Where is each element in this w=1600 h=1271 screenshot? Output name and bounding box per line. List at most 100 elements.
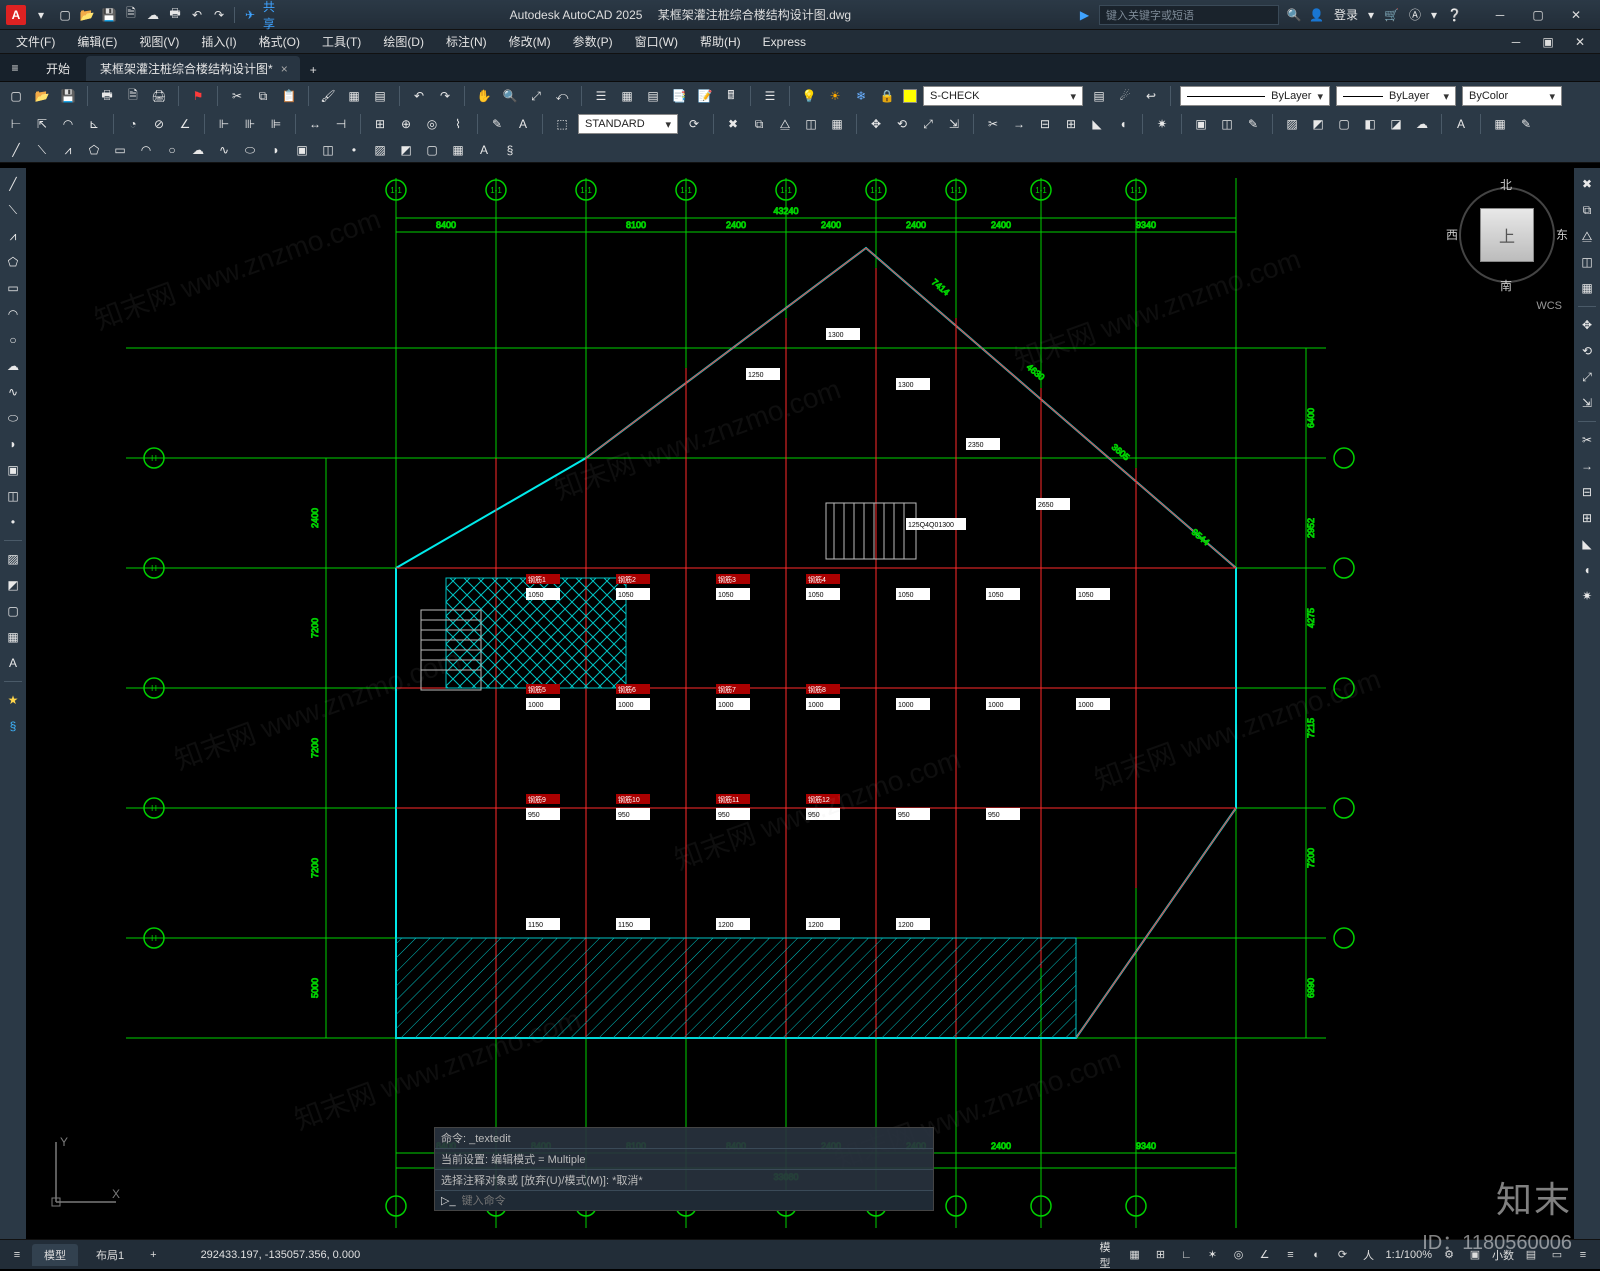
toolpalette-icon[interactable]: ▤ (643, 86, 663, 106)
circle-tool-icon[interactable]: ○ (162, 140, 182, 160)
help-icon[interactable]: ❔ (1447, 8, 1462, 22)
field-icon[interactable]: ✎ (1516, 114, 1536, 134)
gradient2-icon[interactable]: ◩ (396, 140, 416, 160)
share-label[interactable]: 共享 (263, 6, 281, 24)
doc-minimize-button[interactable]: ─ (1502, 33, 1530, 51)
inspect-icon[interactable]: ◎ (422, 114, 442, 134)
modelspace-toggle[interactable]: 模型 (1100, 1246, 1118, 1264)
ortho-toggle-icon[interactable]: ∟ (1178, 1246, 1196, 1264)
paste-icon[interactable]: 📋 (279, 86, 299, 106)
revcloud2-icon[interactable]: ☁ (188, 140, 208, 160)
menu-express[interactable]: Express (753, 33, 816, 51)
create-block-icon[interactable]: ◫ (1217, 114, 1237, 134)
layer-bulb-icon[interactable]: 💡 (799, 86, 819, 106)
dropdown-icon[interactable]: ▾ (32, 6, 50, 24)
match-prop-icon[interactable]: 🖌 (318, 86, 338, 106)
minimize-button[interactable]: ─ (1482, 3, 1518, 27)
login-button[interactable]: 登录 (1334, 6, 1358, 23)
join-tool[interactable]: ⊞ (1577, 508, 1597, 528)
sheetset-icon[interactable]: 📑 (669, 86, 689, 106)
zoom-window-icon[interactable]: ⤢ (526, 86, 546, 106)
layer-freeze-icon[interactable]: ❄ (851, 86, 871, 106)
gear-icon[interactable]: ⚙ (1440, 1246, 1458, 1264)
menu-edit[interactable]: 编辑(E) (67, 31, 127, 52)
make-block-icon[interactable]: ◫ (318, 140, 338, 160)
hatch2-icon[interactable]: ▨ (370, 140, 390, 160)
dim-aligned-icon[interactable]: ⇱ (32, 114, 52, 134)
menu-parametric[interactable]: 参数(P) (563, 31, 623, 52)
menu-dimension[interactable]: 标注(N) (436, 31, 497, 52)
helix-tool[interactable]: § (3, 716, 23, 736)
boundary-icon[interactable]: ▢ (1334, 114, 1354, 134)
layout-menu-icon[interactable]: ≡ (8, 1246, 26, 1264)
block-icon[interactable]: ▦ (344, 86, 364, 106)
menu-draw[interactable]: 绘图(D) (373, 31, 434, 52)
zoom-realtime-icon[interactable]: 🔍 (500, 86, 520, 106)
dim-angular-icon[interactable]: ∠ (175, 114, 195, 134)
viewcube-south[interactable]: 南 (1500, 277, 1512, 294)
grid-toggle-icon[interactable]: ▦ (1126, 1246, 1144, 1264)
chamfer-icon[interactable]: ◣ (1087, 114, 1107, 134)
layer-iso-icon[interactable]: ☄ (1115, 86, 1135, 106)
viewcube[interactable]: 上 北 南 西 东 (1452, 180, 1562, 290)
lineweight-combo[interactable]: ByLayer ▾ (1336, 86, 1456, 106)
copy2-icon[interactable]: ⧉ (749, 114, 769, 134)
layer-prop-icon[interactable]: ☰ (760, 86, 780, 106)
lwt-toggle-icon[interactable]: ≡ (1282, 1246, 1300, 1264)
open-file-icon[interactable]: 📂 (32, 86, 52, 106)
dim-ordinate-icon[interactable]: ⊾ (84, 114, 104, 134)
dim-baseline-icon[interactable]: ⊪ (240, 114, 260, 134)
line-tool-icon[interactable]: ╱ (6, 140, 26, 160)
dim-radius-icon[interactable]: ◔ (123, 114, 143, 134)
hatch-icon[interactable]: ▨ (1282, 114, 1302, 134)
textstyle-combo[interactable]: STANDARD ▾ (578, 114, 678, 134)
tolerance-icon[interactable]: ⊞ (370, 114, 390, 134)
spline-tool[interactable]: ∿ (3, 382, 23, 402)
plot-icon[interactable]: 🖶 (166, 6, 184, 24)
region2-icon[interactable]: ▢ (422, 140, 442, 160)
mirror-tool[interactable]: ⧋ (1577, 226, 1597, 246)
stretch-icon[interactable]: ⇲ (944, 114, 964, 134)
construction-line-icon[interactable]: ⟍ (32, 140, 52, 160)
helix-icon[interactable]: § (500, 140, 520, 160)
erase-tool[interactable]: ✖ (1577, 174, 1597, 194)
menu-file[interactable]: 文件(F) (6, 31, 65, 52)
wipeout-icon[interactable]: ◪ (1386, 114, 1406, 134)
dim-space-icon[interactable]: ↔ (305, 114, 325, 134)
redo-icon[interactable]: ↷ (210, 6, 228, 24)
audit-icon[interactable]: ⚑ (188, 86, 208, 106)
rectangle-icon[interactable]: ▭ (110, 140, 130, 160)
center-mark-icon[interactable]: ⊕ (396, 114, 416, 134)
properties-icon[interactable]: ☰ (591, 86, 611, 106)
trim-tool[interactable]: ✂ (1577, 430, 1597, 450)
undo-icon[interactable]: ↶ (188, 6, 206, 24)
tab-start[interactable]: 开始 (32, 56, 84, 81)
preview-icon[interactable]: 🗎 (123, 86, 143, 106)
dim-diameter-icon[interactable]: ⊘ (149, 114, 169, 134)
pline-tool[interactable]: ⩘ (3, 226, 23, 246)
isoplane-icon[interactable]: ▣ (1466, 1246, 1484, 1264)
new-icon[interactable]: ▢ (56, 6, 74, 24)
doc-close-button[interactable]: ✕ (1566, 33, 1594, 51)
move-tool[interactable]: ✥ (1577, 315, 1597, 335)
markup-icon[interactable]: 📝 (695, 86, 715, 106)
tab-new-button[interactable]: + (302, 59, 325, 81)
layer-prev-icon[interactable]: ↩ (1141, 86, 1161, 106)
addselected-tool[interactable]: ★ (3, 690, 23, 710)
viewcube-north[interactable]: 北 (1500, 176, 1512, 193)
extend-icon[interactable]: → (1009, 114, 1029, 134)
ellipse-icon[interactable]: ⬭ (240, 140, 260, 160)
trim-icon[interactable]: ✂ (983, 114, 1003, 134)
point-icon[interactable]: • (344, 140, 364, 160)
customize-icon[interactable]: ≡ (1574, 1246, 1592, 1264)
region-tool[interactable]: ▢ (3, 601, 23, 621)
table-tool[interactable]: ▦ (3, 627, 23, 647)
otrack-toggle-icon[interactable]: ∠ (1256, 1246, 1274, 1264)
array-tool[interactable]: ▦ (1577, 278, 1597, 298)
polar-toggle-icon[interactable]: ✶ (1204, 1246, 1222, 1264)
table2-icon[interactable]: ▦ (448, 140, 468, 160)
edit-block-icon[interactable]: ✎ (1243, 114, 1263, 134)
line-tool[interactable]: ╱ (3, 174, 23, 194)
share-icon[interactable]: ✈ (241, 6, 259, 24)
menu-window[interactable]: 窗口(W) (625, 31, 688, 52)
